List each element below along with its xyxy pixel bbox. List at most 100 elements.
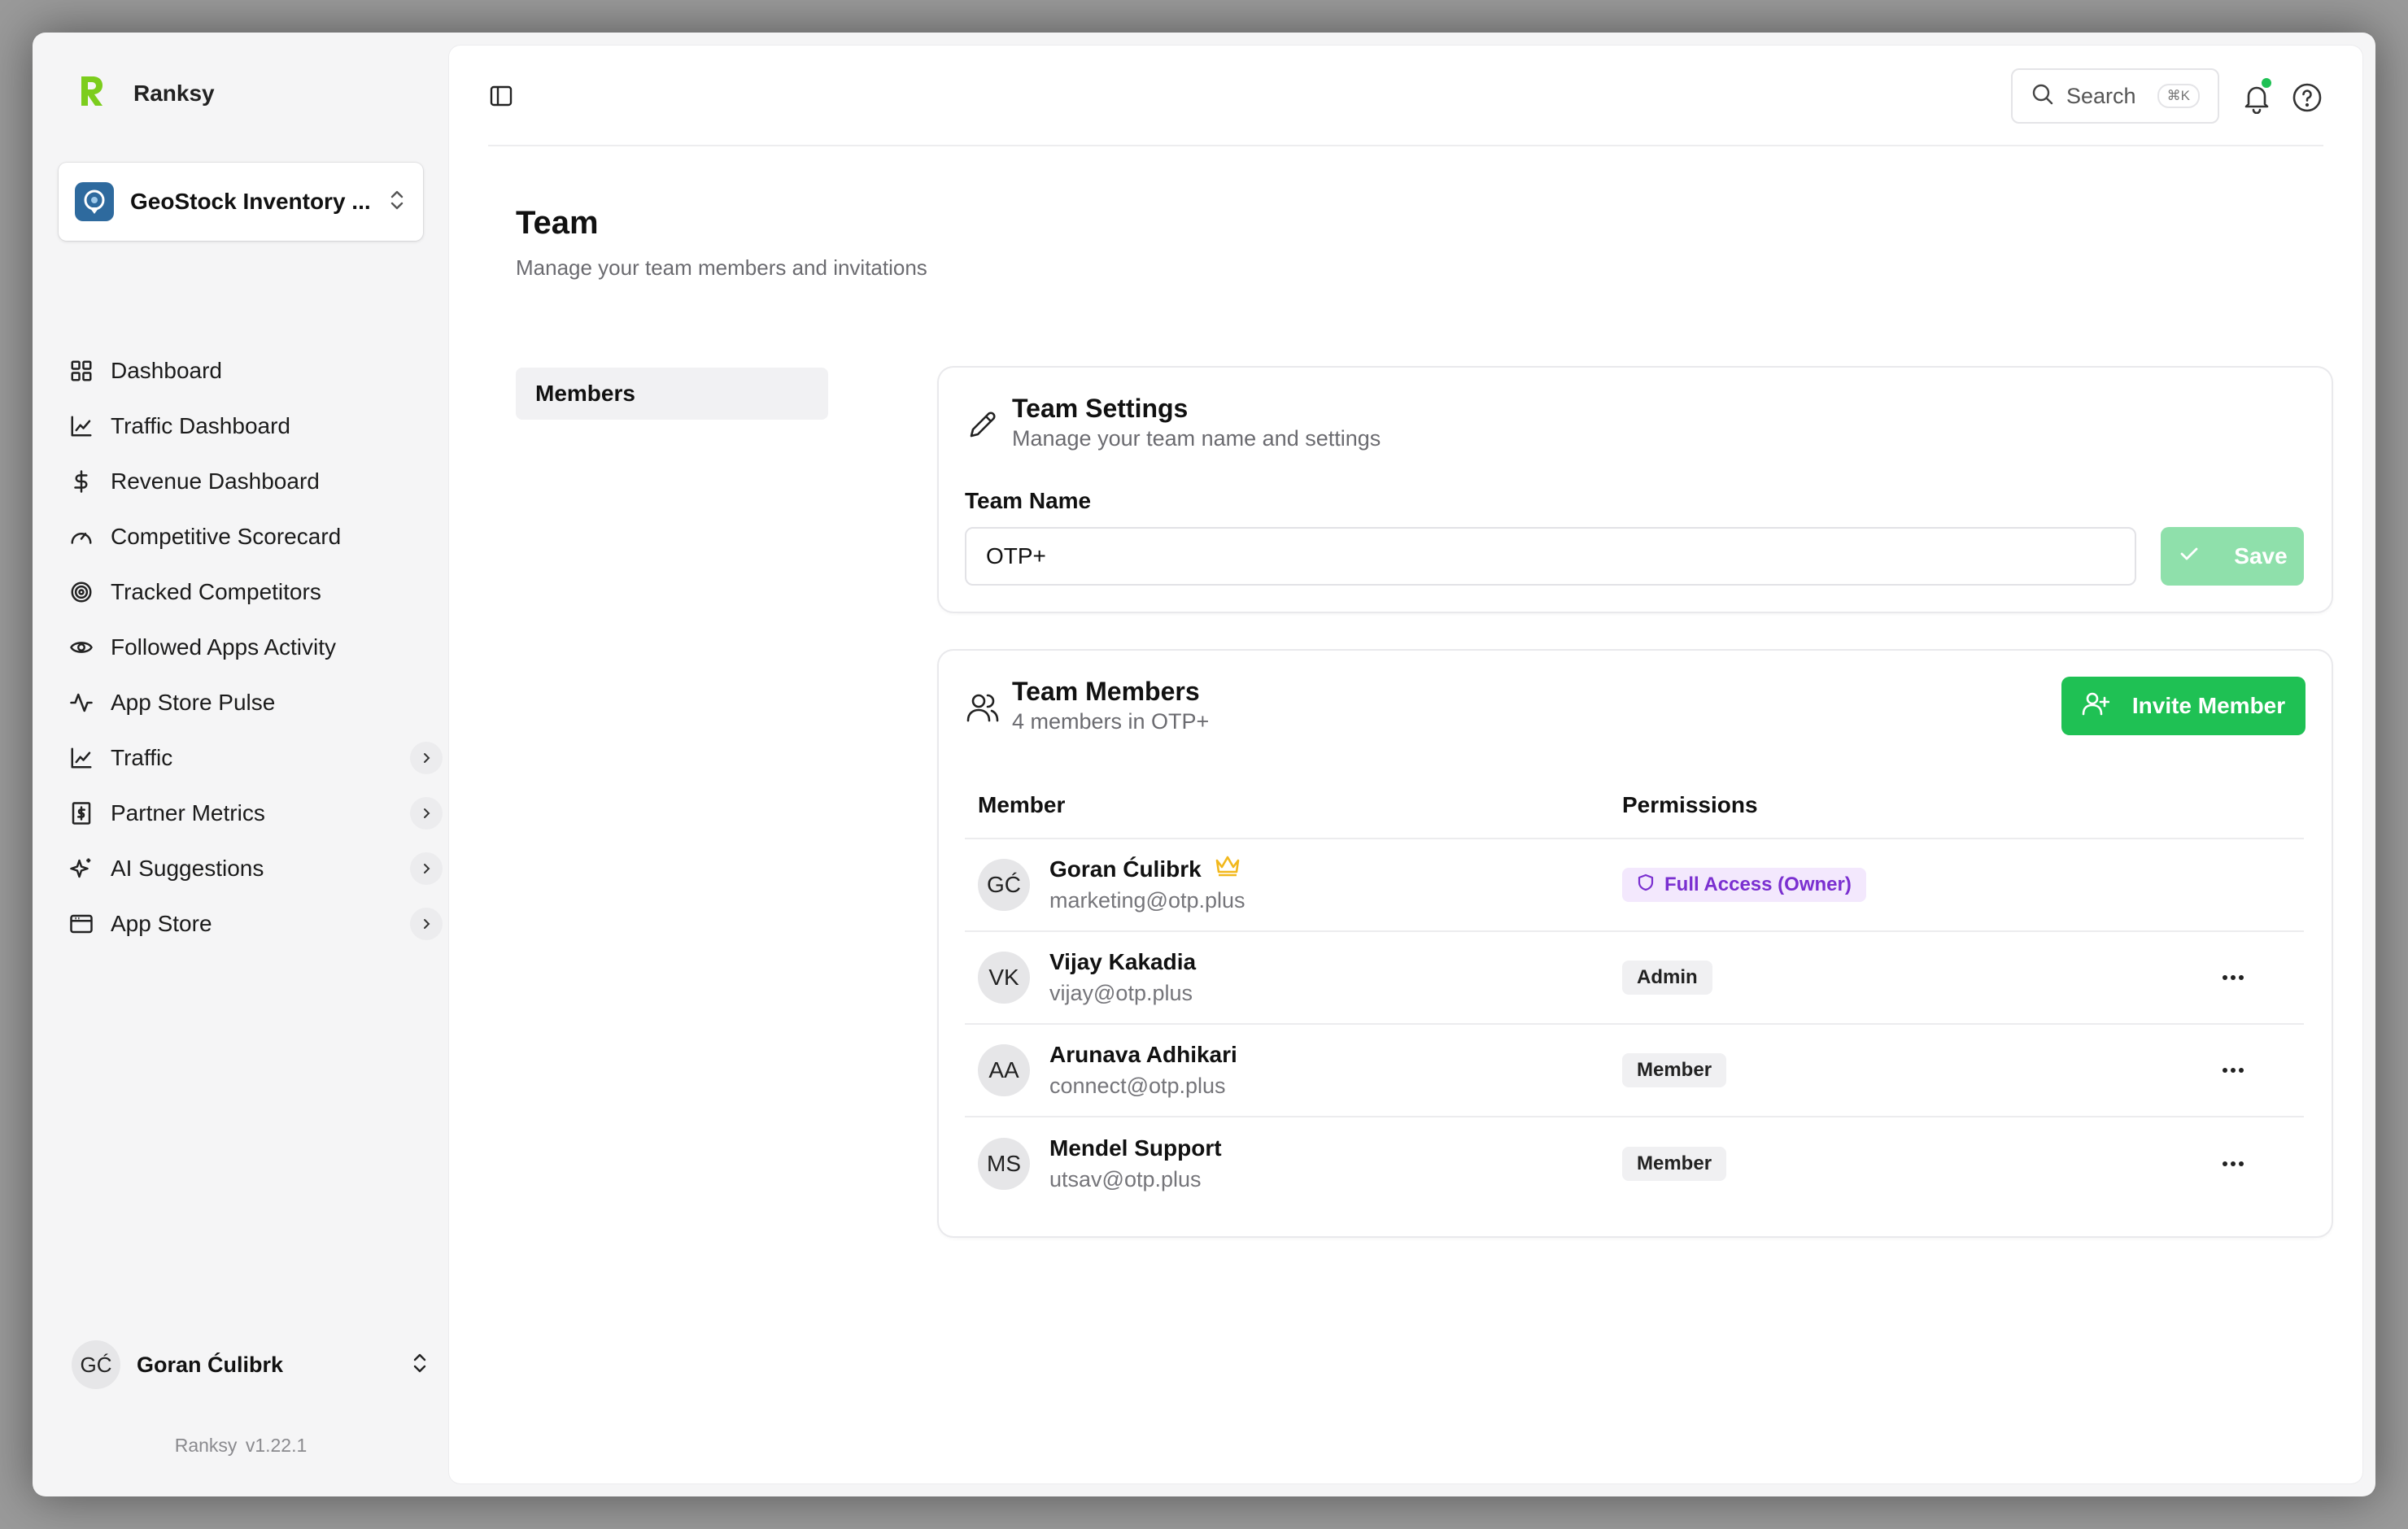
sidebar-nav: Dashboard Traffic Dashboard Revenue Dash… xyxy=(68,343,443,952)
permission-badge: Full Access (Owner) xyxy=(1622,868,1866,902)
card-title: Team Settings xyxy=(1012,394,1189,423)
column-header-permissions: Permissions xyxy=(1622,792,1758,817)
permission-badge: Admin xyxy=(1622,961,1712,995)
table-row: AA Arunava Adhikari connect@otp.plus Mem… xyxy=(965,1025,2304,1117)
sidebar-item-followed-apps-activity[interactable]: Followed Apps Activity xyxy=(68,620,443,675)
chevron-up-down-icon xyxy=(387,188,407,216)
team-switcher-label: GeoStock Inventory ... xyxy=(130,189,371,214)
sidebar-item-label: Traffic Dashboard xyxy=(111,413,290,438)
target-icon xyxy=(68,579,94,605)
sidebar-item-label: App Store xyxy=(111,911,212,936)
brand[interactable]: Ranksy xyxy=(78,75,215,111)
avatar: AA xyxy=(978,1044,1030,1096)
pencil-icon xyxy=(965,407,1001,442)
chevron-right-icon[interactable] xyxy=(410,852,443,885)
member-name: Arunava Adhikari xyxy=(1049,1042,1237,1067)
sidebar-item-label: Followed Apps Activity xyxy=(111,634,337,660)
table-row: VK Vijay Kakadia vijay@otp.plus Admin xyxy=(965,932,2304,1025)
topbar: Search ⌘K xyxy=(488,46,2323,146)
invite-member-button[interactable]: Invite Member xyxy=(2061,677,2305,735)
page-title: Team xyxy=(516,205,599,241)
browser-window-icon xyxy=(68,911,94,937)
app-version: Ranksy v1.22.1 xyxy=(174,1435,308,1456)
member-email: connect@otp.plus xyxy=(1049,1074,1226,1098)
chevron-right-icon[interactable] xyxy=(410,742,443,774)
invite-member-label: Invite Member xyxy=(2131,693,2286,718)
search-shortcut: ⌘K xyxy=(2157,84,2200,108)
sidebar: Ranksy GeoStock Inventory ... Dashboard … xyxy=(33,33,449,1496)
team-members-card: Team Members 4 members in OTP+ Invite Me… xyxy=(939,651,2332,1236)
sidebar-item-label: Revenue Dashboard xyxy=(111,468,320,494)
sidebar-item-traffic[interactable]: Traffic xyxy=(68,730,443,786)
save-button[interactable]: Save xyxy=(2161,527,2304,586)
card-subtitle: Manage your team name and settings xyxy=(1012,426,1381,451)
table-header: Member Permissions xyxy=(965,773,2304,839)
eye-icon xyxy=(68,634,94,660)
subnav-members[interactable]: Members xyxy=(516,368,828,420)
page-subtitle: Manage your team members and invitations xyxy=(516,255,927,280)
member-email: utsav@otp.plus xyxy=(1049,1167,1202,1191)
table-row: MS Mendel Support utsav@otp.plus Member xyxy=(965,1117,2304,1210)
avatar: MS xyxy=(978,1138,1030,1190)
chevron-right-icon[interactable] xyxy=(410,797,443,830)
sidebar-item-app-store-pulse[interactable]: App Store Pulse xyxy=(68,675,443,730)
chevron-right-icon[interactable] xyxy=(410,908,443,940)
sidebar-item-label: Competitive Scorecard xyxy=(111,524,342,549)
save-label: Save xyxy=(2234,543,2288,568)
users-icon xyxy=(965,690,1001,725)
team-settings-card: Team Settings Manage your team name and … xyxy=(939,368,2332,612)
members-table: Member Permissions GĆ Goran Ćulibrk mark… xyxy=(965,773,2304,1210)
dollar-icon xyxy=(68,468,94,494)
user-menu[interactable]: GĆ Goran Ćulibrk xyxy=(72,1340,430,1389)
sidebar-item-traffic-dashboard[interactable]: Traffic Dashboard xyxy=(68,399,443,454)
main-panel: Search ⌘K Team Manage your team members … xyxy=(449,46,2362,1483)
sparkles-icon xyxy=(68,856,94,882)
user-name: Goran Ćulibrk xyxy=(137,1352,284,1377)
receipt-dollar-icon xyxy=(68,800,94,826)
app-window: Ranksy GeoStock Inventory ... Dashboard … xyxy=(33,33,2375,1496)
sidebar-item-label: Dashboard xyxy=(111,358,222,383)
more-options-icon[interactable] xyxy=(2221,1158,2245,1170)
geostock-logo-icon xyxy=(75,182,114,221)
more-options-icon[interactable] xyxy=(2221,972,2245,983)
line-chart-icon xyxy=(68,413,94,439)
permission-label: Full Access (Owner) xyxy=(1664,873,1852,895)
sidebar-toggle-icon[interactable] xyxy=(488,83,514,109)
chevron-up-down-icon xyxy=(410,1351,430,1379)
sidebar-item-label: App Store Pulse xyxy=(111,690,276,715)
sidebar-item-revenue-dashboard[interactable]: Revenue Dashboard xyxy=(68,454,443,509)
sidebar-item-label: AI Suggestions xyxy=(111,856,264,881)
bell-icon[interactable] xyxy=(2240,76,2273,115)
more-options-icon[interactable] xyxy=(2221,1065,2245,1076)
card-title: Team Members xyxy=(1012,677,1200,706)
sidebar-item-dashboard[interactable]: Dashboard xyxy=(68,343,443,399)
team-name-input[interactable]: OTP+ xyxy=(965,527,2136,586)
table-row: GĆ Goran Ćulibrk marketing@otp.plus Full… xyxy=(965,839,2304,932)
member-name: Goran Ćulibrk xyxy=(1049,856,1202,882)
card-header: Team Settings Manage your team name and … xyxy=(965,392,1381,452)
team-switcher[interactable]: GeoStock Inventory ... xyxy=(59,163,423,241)
help-icon[interactable] xyxy=(2291,81,2323,114)
sidebar-item-partner-metrics[interactable]: Partner Metrics xyxy=(68,786,443,841)
user-plus-icon xyxy=(2082,690,2110,723)
sidebar-item-label: Tracked Competitors xyxy=(111,579,321,604)
avatar: GĆ xyxy=(72,1340,120,1389)
pulse-icon xyxy=(68,690,94,716)
sidebar-item-ai-suggestions[interactable]: AI Suggestions xyxy=(68,841,443,896)
notification-dot xyxy=(2260,76,2273,89)
crown-icon xyxy=(1215,854,1241,885)
search-button[interactable]: Search ⌘K xyxy=(2011,68,2219,124)
permission-badge: Member xyxy=(1622,1053,1727,1087)
avatar: GĆ xyxy=(978,859,1030,911)
avatar: VK xyxy=(978,952,1030,1004)
member-name: Vijay Kakadia xyxy=(1049,949,1197,974)
sidebar-item-tracked-competitors[interactable]: Tracked Competitors xyxy=(68,564,443,620)
sidebar-item-app-store[interactable]: App Store xyxy=(68,896,443,952)
search-label: Search xyxy=(2066,83,2136,108)
check-icon xyxy=(2177,542,2201,572)
sidebar-item-competitive-scorecard[interactable]: Competitive Scorecard xyxy=(68,509,443,564)
member-email: vijay@otp.plus xyxy=(1049,981,1193,1005)
member-email: marketing@otp.plus xyxy=(1049,888,1245,913)
member-name: Mendel Support xyxy=(1049,1135,1222,1161)
search-icon xyxy=(2031,82,2055,111)
